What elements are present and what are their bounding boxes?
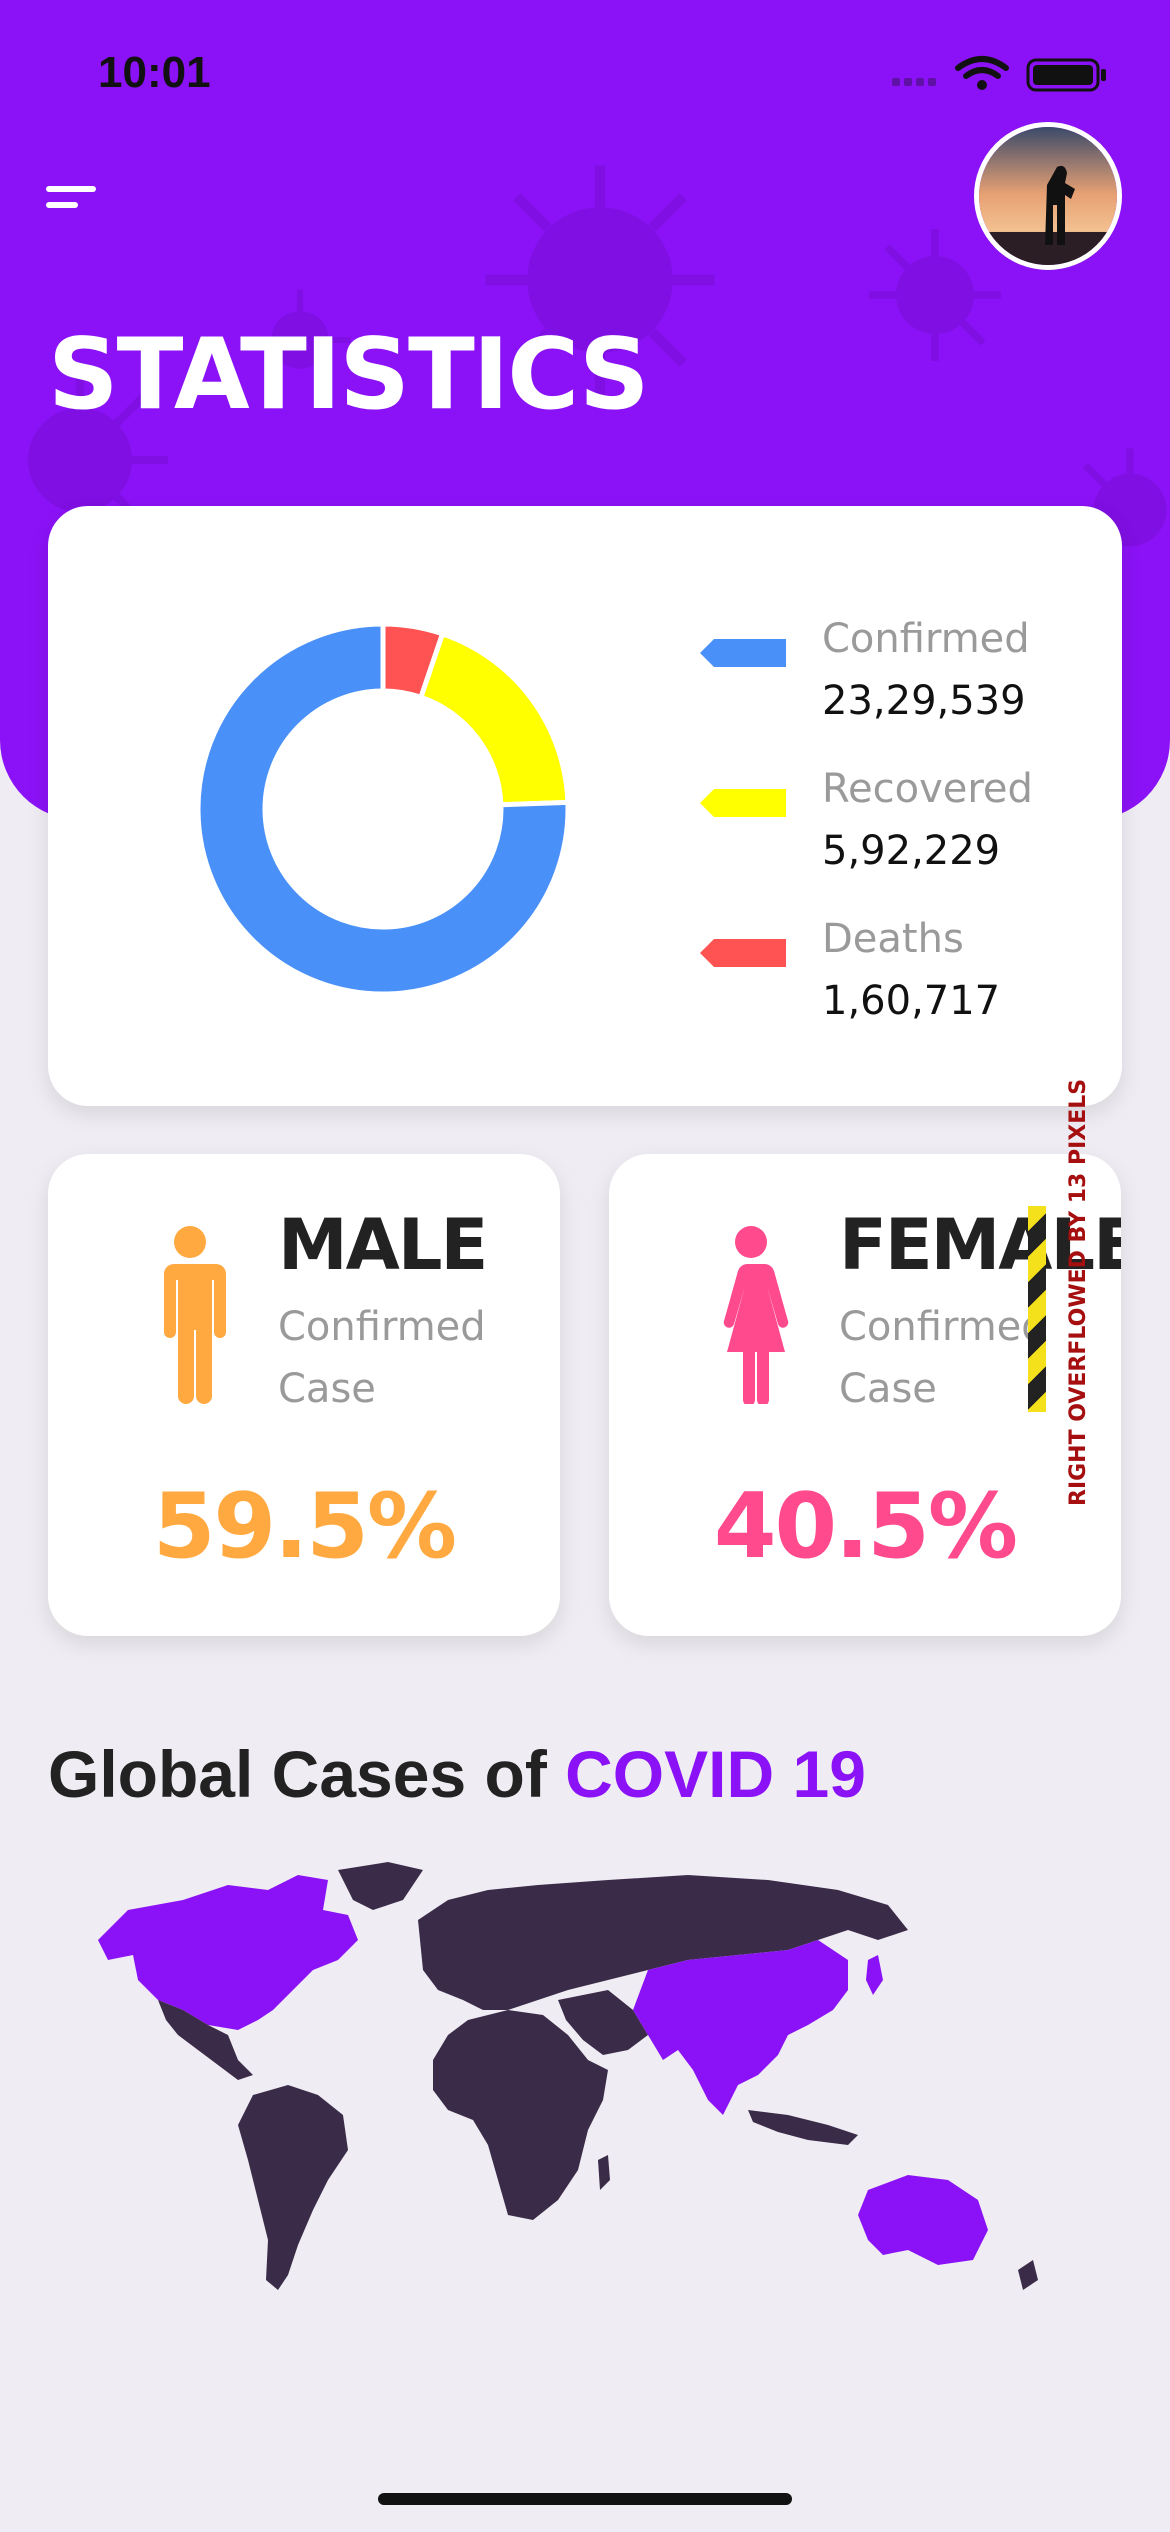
- virus-decoration: [869, 229, 1001, 361]
- world-map: [98, 1862, 1038, 2290]
- battery-icon: [1026, 58, 1106, 92]
- avatar[interactable]: [974, 122, 1122, 270]
- menu-button[interactable]: [46, 180, 106, 214]
- map-indonesia: [748, 2110, 858, 2145]
- map-north-america: [98, 1875, 358, 2030]
- global-title-prefix: Global Cases of: [48, 1737, 566, 1811]
- legend-label: Recovered: [822, 766, 1033, 812]
- male-icon: [164, 1226, 226, 1404]
- global-cases-title: Global Cases of COVID 19: [48, 1736, 866, 1812]
- overflow-warning: RIGHT OVERFLOWED BY 13 PIXELS: [1066, 1078, 1091, 1506]
- legend-item-confirmed: Confirmed 23,29,539: [700, 616, 1080, 726]
- gender-subtitle: Confirmed Case: [839, 1304, 1047, 1412]
- gender-subtitle: Confirmed Case: [278, 1304, 486, 1412]
- map-madagascar: [598, 2155, 610, 2190]
- home-indicator[interactable]: [378, 2493, 792, 2505]
- legend-label: Deaths: [822, 916, 964, 962]
- legend-marker-shape: [700, 939, 786, 967]
- map-japan: [866, 1955, 883, 1995]
- map-asia-highlight: [633, 1940, 848, 2115]
- status-icons: [892, 56, 1106, 92]
- male-card[interactable]: MALE Confirmed Case 59.5%: [48, 1154, 560, 1636]
- map-greenland: [338, 1862, 423, 1910]
- legend-value: 5,92,229: [822, 828, 1001, 874]
- global-title-accent: COVID 19: [565, 1737, 866, 1811]
- signal-icon: [892, 78, 936, 86]
- legend-value: 23,29,539: [822, 678, 1026, 724]
- donut-chart: [198, 624, 568, 994]
- female-icon: [723, 1226, 789, 1404]
- legend-marker-icon: [700, 939, 786, 967]
- legend-marker-icon: [700, 789, 786, 817]
- map-new-zealand: [1018, 2260, 1038, 2290]
- menu-icon: [46, 186, 96, 192]
- legend-label: Confirmed: [822, 616, 1030, 662]
- male-percent: 59.5%: [152, 1474, 457, 1579]
- map-south-america: [238, 2085, 348, 2290]
- status-time: 10:01: [98, 48, 211, 97]
- gender-title: MALE: [278, 1204, 488, 1286]
- page-title: STATISTICS: [48, 318, 650, 432]
- map-australia: [858, 2175, 988, 2265]
- map-africa: [433, 2010, 608, 2220]
- legend-marker-shape: [700, 789, 786, 817]
- legend-marker-icon: [700, 639, 786, 667]
- summary-card: Confirmed 23,29,539 Recovered 5,92,229 D…: [48, 506, 1122, 1106]
- legend-marker-shape: [700, 639, 786, 667]
- donut-slice-recovered: [417, 630, 568, 808]
- wifi-icon: [955, 56, 1009, 79]
- legend-item-deaths: Deaths 1,60,717: [700, 916, 1080, 1026]
- overflow-stripe: [1028, 1206, 1046, 1412]
- female-percent: 40.5%: [713, 1474, 1018, 1579]
- legend-item-recovered: Recovered 5,92,229: [700, 766, 1080, 876]
- legend-value: 1,60,717: [822, 978, 1001, 1024]
